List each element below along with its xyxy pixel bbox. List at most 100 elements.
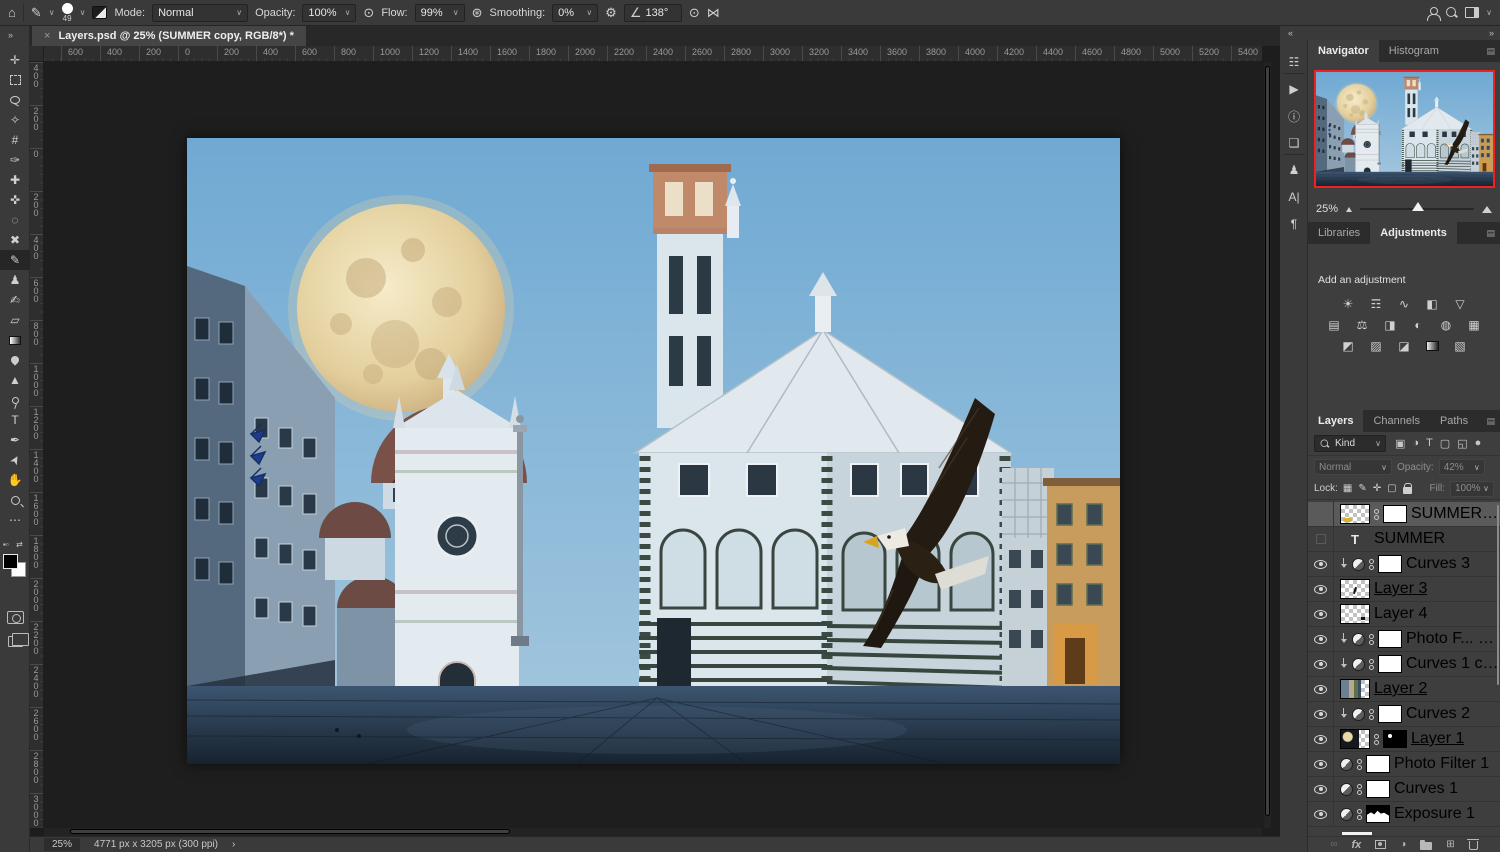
add-adjustment-icon[interactable]: ◑ (1400, 839, 1406, 850)
delete-layer-icon[interactable] (1469, 839, 1478, 850)
eraser-tool[interactable]: ▱ (0, 310, 30, 330)
visibility-toggle[interactable] (1308, 552, 1334, 576)
posterize-icon[interactable]: ▨ (1366, 338, 1387, 354)
adjustment-layer-icon[interactable] (1340, 783, 1353, 796)
link-layers-icon[interactable]: ∞ (1330, 839, 1337, 850)
history-brush-tool[interactable]: ✍ (0, 290, 30, 310)
content-aware-move-tool[interactable]: ✖ (0, 230, 30, 250)
search-icon[interactable] (1446, 7, 1458, 19)
layer-mask-thumbnail[interactable] (1378, 655, 1402, 673)
path-selection-tool[interactable]: ➤ (0, 450, 30, 470)
layer-name[interactable]: SUMMER copy (1411, 505, 1500, 523)
layer-row[interactable]: Layer 2 (1308, 677, 1500, 702)
pressure-size-icon[interactable]: ⊙ (689, 6, 700, 19)
link-mask-icon[interactable] (1357, 809, 1362, 820)
slider-thumb[interactable] (1412, 202, 1424, 211)
lock-transparency-icon[interactable]: ▦ (1343, 483, 1352, 494)
visibility-toggle[interactable] (1308, 802, 1334, 826)
add-mask-icon[interactable] (1375, 840, 1386, 849)
new-group-icon[interactable] (1420, 839, 1432, 850)
symmetry-icon[interactable]: ⋈ (707, 6, 720, 19)
layer-mask-thumbnail[interactable] (1378, 555, 1402, 573)
link-mask-icon[interactable] (1374, 509, 1379, 520)
lock-all-icon[interactable] (1403, 487, 1412, 494)
adjustment-layer-icon[interactable] (1352, 708, 1365, 721)
horizontal-scrollbar[interactable] (44, 828, 1262, 836)
screen-mode-button[interactable] (0, 630, 30, 652)
black-white-icon[interactable]: ◨ (1380, 317, 1401, 333)
link-mask-icon[interactable] (1374, 734, 1379, 745)
vibrance-icon[interactable]: ▽ (1450, 296, 1471, 312)
zoom-in-icon[interactable] (1482, 206, 1492, 213)
new-layer-icon[interactable]: ⊞ (1446, 839, 1454, 850)
filter-toggle-icon[interactable]: ● (1475, 437, 1482, 450)
blend-mode-select[interactable]: Normal∨ (152, 4, 248, 22)
layer-name[interactable]: Curves 2 (1406, 705, 1470, 723)
home-icon[interactable]: ⌂ (8, 6, 16, 19)
visibility-toggle[interactable] (1308, 577, 1334, 601)
hand-tool[interactable]: ✋ (0, 470, 30, 490)
layer-style-icon[interactable]: fx (1351, 839, 1361, 851)
filter-smart-objects-icon[interactable]: ◱ (1457, 437, 1467, 450)
layer-row[interactable]: Curves 1 (1308, 777, 1500, 802)
spot-healing-brush-tool[interactable]: ✚ (0, 170, 30, 190)
adjustment-layer-icon[interactable] (1352, 558, 1365, 571)
navigator-zoom-slider[interactable] (1360, 208, 1474, 210)
fill-select[interactable]: 100%∨ (1450, 481, 1494, 497)
character-panel-icon[interactable]: A| (1280, 185, 1308, 209)
visibility-toggle[interactable] (1308, 527, 1334, 551)
visibility-toggle[interactable] (1308, 602, 1334, 626)
selective-color-icon[interactable]: ▧ (1450, 338, 1471, 354)
layer-mask-thumbnail[interactable] (1366, 780, 1390, 798)
opacity-select[interactable]: 100%∨ (302, 4, 356, 22)
healing-brush-tool[interactable]: ✜ (0, 190, 30, 210)
layer-name[interactable]: Layer 2 (1374, 680, 1427, 698)
adjustment-layer-icon[interactable] (1352, 633, 1365, 646)
layer-row[interactable]: Layer 1 (1308, 727, 1500, 752)
layer-thumbnail[interactable] (1340, 504, 1370, 524)
layer-name[interactable]: Exposure 1 (1394, 805, 1475, 823)
info-panel-icon[interactable]: ⓘ (1280, 104, 1308, 128)
layer-mask-thumbnail[interactable] (1383, 505, 1407, 523)
tab-adjustments[interactable]: Adjustments (1370, 222, 1457, 244)
layer-row[interactable]: Curves 2 (1308, 702, 1500, 727)
actions-panel-icon[interactable]: ▶ (1280, 77, 1308, 101)
color-swatches[interactable] (3, 554, 27, 580)
layer-mask-thumbnail[interactable] (1378, 705, 1402, 723)
horizontal-ruler[interactable]: 6004002000200400600800100012001400160018… (44, 46, 1262, 62)
layer-name[interactable]: Photo Filter 1 (1394, 755, 1489, 773)
levels-icon[interactable]: ☶ (1366, 296, 1387, 312)
paragraph-panel-icon[interactable]: ¶ (1280, 212, 1308, 236)
chevron-down-icon[interactable]: ∨ (49, 8, 55, 17)
type-layer-icon[interactable]: T (1340, 532, 1370, 547)
visibility-toggle[interactable] (1308, 727, 1334, 751)
type-tool[interactable]: T (0, 410, 30, 430)
smoothing-select[interactable]: 0%∨ (552, 4, 598, 22)
status-chevron-icon[interactable]: › (232, 839, 235, 850)
smudge-tool[interactable] (0, 390, 30, 410)
foreground-color-swatch[interactable] (3, 554, 18, 569)
account-icon[interactable] (1427, 7, 1439, 19)
default-swatches-icon[interactable]: ▪▫⇄ (3, 540, 27, 552)
move-tool[interactable]: ✛ (0, 50, 30, 70)
layer-row[interactable]: Photo Filter 1 (1308, 752, 1500, 777)
filter-adjustment-layers-icon[interactable]: ◑ (1412, 437, 1419, 450)
layer-blend-mode-select[interactable]: Normal∨ (1314, 459, 1392, 475)
link-mask-icon[interactable] (1369, 559, 1374, 570)
workspace-switcher-icon[interactable] (1465, 7, 1479, 18)
layer-name[interactable]: Curves 1 (1394, 780, 1458, 798)
blur-tool[interactable] (0, 350, 30, 370)
layer-row[interactable]: TSUMMER (1308, 527, 1500, 552)
tab-channels[interactable]: Channels (1363, 410, 1429, 432)
channel-mixer-icon[interactable]: ◍ (1436, 317, 1457, 333)
properties-panel-icon[interactable]: ☷ (1280, 50, 1308, 74)
brush-preset-picker[interactable]: 49 (62, 3, 73, 23)
sharpen-tool[interactable]: ▲ (0, 370, 30, 390)
flow-select[interactable]: 99%∨ (415, 4, 465, 22)
link-mask-icon[interactable] (1369, 659, 1374, 670)
adjustment-layer-icon[interactable] (1340, 808, 1353, 821)
brush-settings-panel-toggle[interactable] (92, 6, 107, 19)
visibility-toggle[interactable] (1308, 627, 1334, 651)
filter-pixel-layers-icon[interactable]: ▣ (1395, 437, 1405, 450)
layer-row[interactable]: Curves 3 (1308, 552, 1500, 577)
